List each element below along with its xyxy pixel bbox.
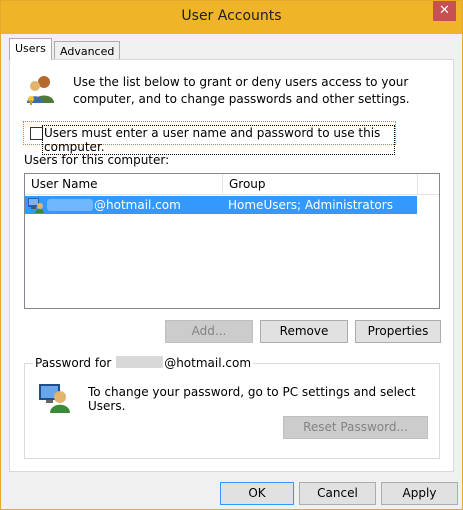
redacted-username — [47, 199, 93, 211]
tab-users[interactable]: Users — [9, 38, 52, 60]
intro-text: Use the list below to grant or deny user… — [73, 75, 410, 106]
password-legend-prefix: Password for — [35, 356, 112, 370]
column-user-name[interactable]: User Name — [31, 177, 98, 191]
tab-advanced[interactable]: Advanced — [54, 41, 121, 61]
users-icon — [27, 76, 54, 105]
require-login-row: Users must enter a user name and passwor… — [23, 121, 396, 155]
properties-button[interactable]: Properties — [355, 320, 441, 343]
remove-button[interactable]: Remove — [260, 320, 348, 343]
add-button[interactable]: Add... — [165, 320, 253, 343]
users-list[interactable]: User Name Group @hotmail.com HomeUsers; … — [24, 173, 440, 309]
redacted-email — [116, 356, 164, 368]
cancel-button[interactable]: Cancel — [299, 482, 376, 505]
close-icon[interactable]: ✕ — [433, 1, 456, 21]
window-title: User Accounts — [181, 8, 282, 24]
password-group-legend: Password for @hotmail.com — [33, 356, 254, 370]
user-computer-icon — [39, 384, 70, 413]
users-tab-panel: Use the list below to grant or deny user… — [9, 59, 454, 472]
require-login-label[interactable]: Users must enter a user name and passwor… — [42, 125, 395, 155]
list-header: User Name Group — [25, 174, 439, 195]
apply-button[interactable]: Apply — [381, 482, 458, 505]
password-legend-suffix: @hotmail.com — [164, 356, 252, 370]
user-icon — [28, 198, 44, 213]
column-separator[interactable] — [417, 174, 418, 194]
users-list-label: Users for this computer: — [24, 153, 170, 167]
table-row[interactable]: @hotmail.com HomeUsers; Administrators — [25, 196, 417, 214]
password-help-text: To change your password, go to PC settin… — [88, 385, 416, 413]
title-bar[interactable]: User Accounts ✕ — [1, 1, 462, 34]
row-user-name: @hotmail.com — [94, 198, 181, 212]
row-group: HomeUsers; Administrators — [228, 198, 393, 212]
user-accounts-window: User Accounts ✕ Users Advanced Use the l… — [0, 0, 463, 510]
password-group: Password for @hotmail.com To change your… — [24, 356, 440, 459]
ok-button[interactable]: OK — [220, 482, 294, 505]
reset-password-button[interactable]: Reset Password... — [283, 416, 428, 439]
column-group[interactable]: Group — [229, 177, 266, 191]
column-separator[interactable] — [222, 174, 223, 194]
